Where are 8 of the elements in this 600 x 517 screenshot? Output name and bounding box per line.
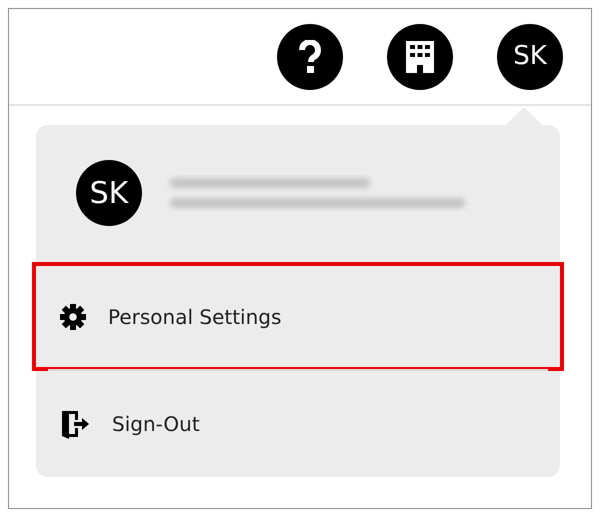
help-icon bbox=[299, 40, 321, 74]
settings-icon bbox=[60, 304, 86, 330]
menu-item[interactable]: Personal Settings bbox=[34, 264, 562, 370]
building-icon bbox=[406, 40, 434, 72]
exit-door-icon bbox=[62, 409, 90, 440]
avatar-button[interactable]: SK bbox=[497, 24, 563, 90]
user-avatar: SK bbox=[76, 160, 142, 226]
menu-item[interactable]: Sign-Out bbox=[36, 371, 560, 477]
